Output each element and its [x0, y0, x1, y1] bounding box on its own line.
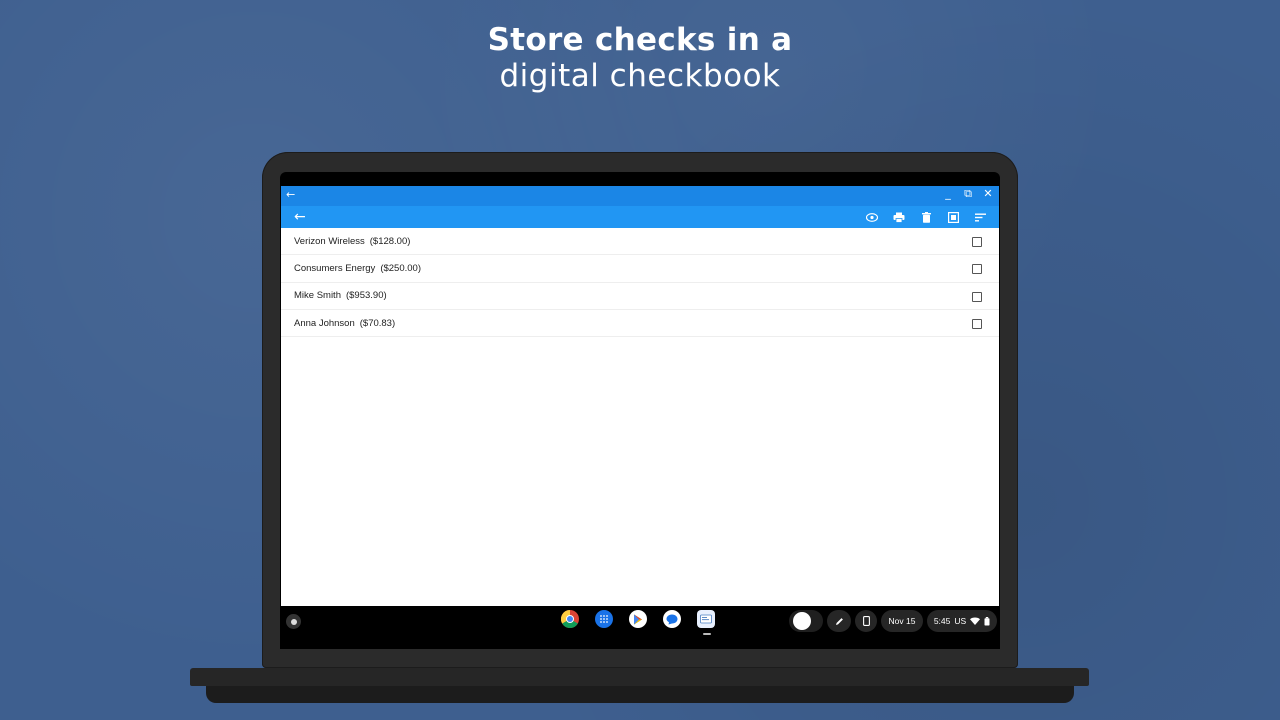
checkbook-app-icon[interactable]	[697, 610, 715, 628]
back-arrow-icon[interactable]: ←	[294, 207, 306, 227]
check-row[interactable]: Consumers Energy ($250.00)	[281, 255, 999, 283]
window-controls: _ ⧉ ✕	[941, 187, 995, 201]
check-select-checkbox[interactable]	[972, 237, 982, 247]
chrome-icon[interactable]	[561, 610, 579, 628]
status-area[interactable]: 5:45 US	[927, 610, 997, 632]
launcher-button[interactable]	[286, 614, 301, 629]
pen-tool-button[interactable]	[827, 610, 851, 632]
phone-icon	[862, 616, 870, 626]
headline-line-1: Store checks in a	[487, 22, 793, 58]
check-select-checkbox[interactable]	[972, 291, 982, 302]
window-titlebar: ← _ ⧉ ✕	[281, 186, 999, 206]
headline: Store checks in a digital checkbook	[0, 22, 1280, 94]
delete-icon[interactable]	[917, 208, 935, 226]
stylus-tools-tray[interactable]	[789, 610, 823, 632]
check-amount: ($128.00)	[369, 235, 411, 247]
eye-icon[interactable]	[863, 208, 881, 226]
check-payee: Consumers Energy	[294, 262, 376, 274]
restore-button[interactable]: ⧉	[961, 187, 975, 201]
date-pill[interactable]: Nov 15	[881, 610, 923, 632]
messages-icon[interactable]	[663, 610, 681, 628]
check-payee: Mike Smith	[294, 290, 341, 302]
launcher-dot-icon	[290, 618, 297, 625]
headline-line-2: digital checkbook	[499, 58, 781, 94]
app-window: ← _ ⧉ ✕ ← Verizon Wireless ($128.00) Con…	[281, 186, 999, 606]
laptop-base-front	[206, 686, 1074, 703]
laptop-base	[190, 668, 1089, 686]
check-amount: ($70.83)	[359, 317, 396, 329]
os-shelf: Nov 15 5:45 US	[281, 606, 999, 636]
select-all-icon[interactable]	[944, 208, 962, 226]
app-launcher-grid-icon[interactable]	[595, 610, 613, 628]
minimize-button[interactable]: _	[941, 187, 955, 201]
check-row[interactable]: Verizon Wireless ($128.00)	[281, 228, 999, 256]
play-store-icon[interactable]	[629, 610, 647, 628]
sort-icon[interactable]	[971, 208, 989, 226]
active-app-indicator	[703, 633, 711, 635]
window-back-button[interactable]: ←	[286, 188, 295, 201]
check-payee: Anna Johnson	[294, 317, 355, 329]
time-text: 5:45	[933, 616, 951, 626]
check-row[interactable]: Mike Smith ($953.90)	[281, 283, 999, 310]
locale-text: US	[954, 616, 967, 626]
close-button[interactable]: ✕	[981, 187, 995, 201]
toolbar-actions	[863, 208, 989, 226]
wifi-icon	[970, 617, 981, 625]
check-select-checkbox[interactable]	[972, 264, 982, 275]
check-amount: ($250.00)	[380, 262, 421, 274]
app-toolbar: ←	[281, 206, 999, 228]
pen-icon	[835, 617, 843, 625]
stylus-dot-icon	[793, 612, 811, 630]
battery-icon	[984, 616, 990, 625]
print-icon[interactable]	[890, 208, 908, 226]
shelf-apps	[561, 610, 715, 628]
check-row[interactable]: Anna Johnson ($70.83)	[281, 310, 999, 338]
date-text: Nov 15	[888, 616, 916, 626]
check-amount: ($953.90)	[345, 290, 387, 302]
phone-hub-button[interactable]	[855, 610, 877, 632]
checks-list: Verizon Wireless ($128.00) Consumers Ene…	[281, 228, 999, 338]
check-select-checkbox[interactable]	[972, 318, 982, 329]
check-payee: Verizon Wireless	[294, 235, 365, 247]
